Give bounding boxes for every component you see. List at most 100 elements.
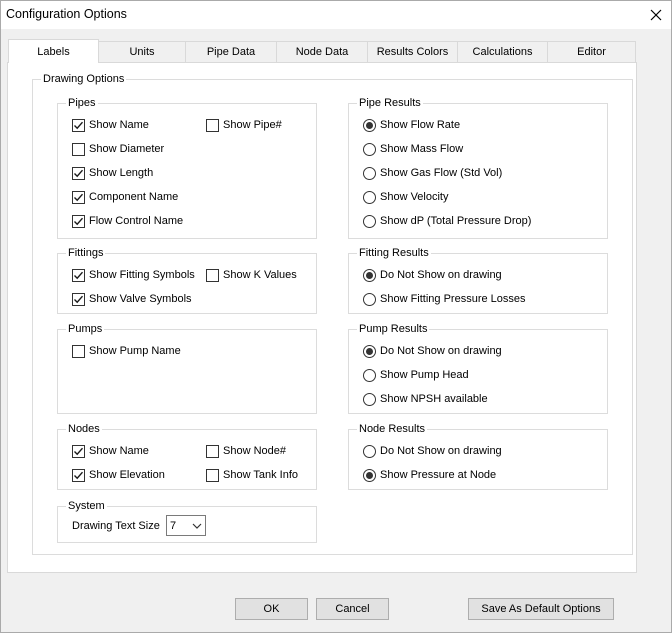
fittings-show-k-values-checkbox[interactable]: Show K Values <box>206 267 297 283</box>
radio-circle <box>363 166 376 180</box>
checkbox-box <box>72 292 85 306</box>
nodes-show-tank-info-checkbox[interactable]: Show Tank Info <box>206 467 298 483</box>
pump-results-do-not-show-radio[interactable]: Do Not Show on drawing <box>363 343 502 359</box>
tab-results-colors[interactable]: Results Colors <box>367 41 458 62</box>
node-results-do-not-show-radio[interactable]: Do Not Show on drawing <box>363 443 502 459</box>
radio-label: Show Mass Flow <box>380 143 464 155</box>
fitting-results-do-not-show-radio[interactable]: Do Not Show on drawing <box>363 267 502 283</box>
tab-label: Calculations <box>472 46 533 58</box>
radio-circle <box>363 344 376 358</box>
node-results-group: Node Results Do Not Show on drawing Show… <box>348 423 608 490</box>
pump-results-group: Pump Results Do Not Show on drawing Show… <box>348 323 608 414</box>
checkbox-box <box>72 268 85 282</box>
nodes-show-name-checkbox[interactable]: Show Name <box>72 443 149 459</box>
pipe-results-group: Pipe Results Show Flow Rate Show Mass Fl… <box>348 97 608 239</box>
window-title: Configuration Options <box>6 7 127 21</box>
pipes-show-name-checkbox[interactable]: Show Name <box>72 117 149 133</box>
checkmark-icon <box>74 471 84 479</box>
radio-circle <box>363 368 376 382</box>
checkmark-icon <box>74 169 84 177</box>
labels-tab-panel: Drawing Options Pipes Show Name Show Pip… <box>7 62 637 573</box>
node-results-title: Node Results <box>357 423 428 435</box>
checkbox-label: Show Name <box>89 119 149 131</box>
system-title: System <box>66 500 107 512</box>
radio-label: Show Gas Flow (Std Vol) <box>380 167 503 179</box>
checkbox-label: Show Length <box>89 167 154 179</box>
save-as-default-button[interactable]: Save As Default Options <box>468 598 614 620</box>
fitting-results-title: Fitting Results <box>357 247 431 259</box>
checkbox-label: Show Fitting Symbols <box>89 269 195 281</box>
button-label: OK <box>263 603 280 615</box>
fittings-show-fitting-symbols-checkbox[interactable]: Show Fitting Symbols <box>72 267 195 283</box>
drawing-text-size-label: Drawing Text Size <box>72 520 160 532</box>
pipe-results-gas-flow-radio[interactable]: Show Gas Flow (Std Vol) <box>363 165 502 181</box>
radio-selected-dot <box>366 121 373 129</box>
pump-results-pump-head-radio[interactable]: Show Pump Head <box>363 367 469 383</box>
fittings-title: Fittings <box>66 247 106 259</box>
checkmark-icon <box>74 295 84 303</box>
pipe-results-title: Pipe Results <box>357 97 423 109</box>
checkbox-label: Flow Control Name <box>89 215 184 227</box>
radio-selected-dot <box>366 347 373 355</box>
checkmark-icon <box>74 271 84 279</box>
checkbox-box <box>206 268 219 282</box>
tab-labels[interactable]: Labels <box>8 39 99 63</box>
ok-button[interactable]: OK <box>235 598 308 620</box>
fittings-group: Fittings Show Fitting Symbols Show K Val… <box>57 247 317 314</box>
pump-results-title: Pump Results <box>357 323 430 335</box>
drawing-text-size-select[interactable]: 7 <box>166 515 206 536</box>
tab-editor[interactable]: Editor <box>547 41 636 62</box>
tab-pipe-data[interactable]: Pipe Data <box>185 41 277 62</box>
close-icon <box>650 9 662 21</box>
checkbox-label: Show Valve Symbols <box>89 293 192 305</box>
checkmark-icon <box>74 193 84 201</box>
fittings-show-valve-symbols-checkbox[interactable]: Show Valve Symbols <box>72 291 192 307</box>
radio-label: Show dP (Total Pressure Drop) <box>380 215 532 227</box>
fitting-results-pressure-losses-radio[interactable]: Show Fitting Pressure Losses <box>363 291 526 307</box>
radio-circle <box>363 142 376 156</box>
title-bar: Configuration Options <box>1 1 671 29</box>
close-button[interactable] <box>641 1 671 29</box>
cancel-button[interactable]: Cancel <box>316 598 389 620</box>
tab-label: Pipe Data <box>206 46 256 58</box>
tab-units[interactable]: Units <box>98 41 186 62</box>
pipes-show-length-checkbox[interactable]: Show Length <box>72 165 153 181</box>
pipes-flow-control-name-checkbox[interactable]: Flow Control Name <box>72 213 183 229</box>
radio-circle <box>363 268 376 282</box>
pump-results-npsh-radio[interactable]: Show NPSH available <box>363 391 488 407</box>
node-results-pressure-at-node-radio[interactable]: Show Pressure at Node <box>363 467 496 483</box>
tab-strip: Labels Units Pipe Data Node Data Results… <box>8 39 638 63</box>
nodes-group: Nodes Show Name Show Node# Show Elevatio… <box>57 423 317 490</box>
checkbox-label: Show Elevation <box>89 469 165 481</box>
button-label: Save As Default Options <box>481 603 601 615</box>
radio-label: Do Not Show on drawing <box>380 269 502 281</box>
checkbox-box <box>72 142 85 156</box>
tab-calculations[interactable]: Calculations <box>457 41 548 62</box>
pumps-show-pump-name-checkbox[interactable]: Show Pump Name <box>72 343 181 359</box>
checkbox-label: Show Tank Info <box>223 469 299 481</box>
tab-label: Node Data <box>295 46 349 58</box>
pipe-results-pressure-drop-radio[interactable]: Show dP (Total Pressure Drop) <box>363 213 531 229</box>
configuration-dialog: Configuration Options Labels Units Pipe … <box>0 0 672 633</box>
checkbox-label: Show K Values <box>223 269 297 281</box>
system-group: System Drawing Text Size 7 <box>57 500 317 543</box>
pipe-results-flow-rate-radio[interactable]: Show Flow Rate <box>363 117 460 133</box>
radio-label: Do Not Show on drawing <box>380 445 502 457</box>
chevron-down-icon <box>189 516 205 535</box>
checkmark-icon <box>74 121 84 129</box>
nodes-show-node-number-checkbox[interactable]: Show Node# <box>206 443 286 459</box>
fitting-results-group: Fitting Results Do Not Show on drawing S… <box>348 247 608 314</box>
pipes-show-diameter-checkbox[interactable]: Show Diameter <box>72 141 164 157</box>
radio-label: Show Flow Rate <box>380 119 461 131</box>
tab-node-data[interactable]: Node Data <box>276 41 368 62</box>
pipe-results-velocity-radio[interactable]: Show Velocity <box>363 189 448 205</box>
radio-label: Show Pump Head <box>380 369 469 381</box>
drawing-text-size-value: 7 <box>170 519 177 532</box>
checkbox-box <box>72 166 85 180</box>
pipes-component-name-checkbox[interactable]: Component Name <box>72 189 178 205</box>
pipe-results-mass-flow-radio[interactable]: Show Mass Flow <box>363 141 463 157</box>
nodes-show-elevation-checkbox[interactable]: Show Elevation <box>72 467 165 483</box>
pipes-show-pipe-number-checkbox[interactable]: Show Pipe# <box>206 117 282 133</box>
radio-label: Show Velocity <box>380 191 449 203</box>
checkbox-box <box>72 118 85 132</box>
